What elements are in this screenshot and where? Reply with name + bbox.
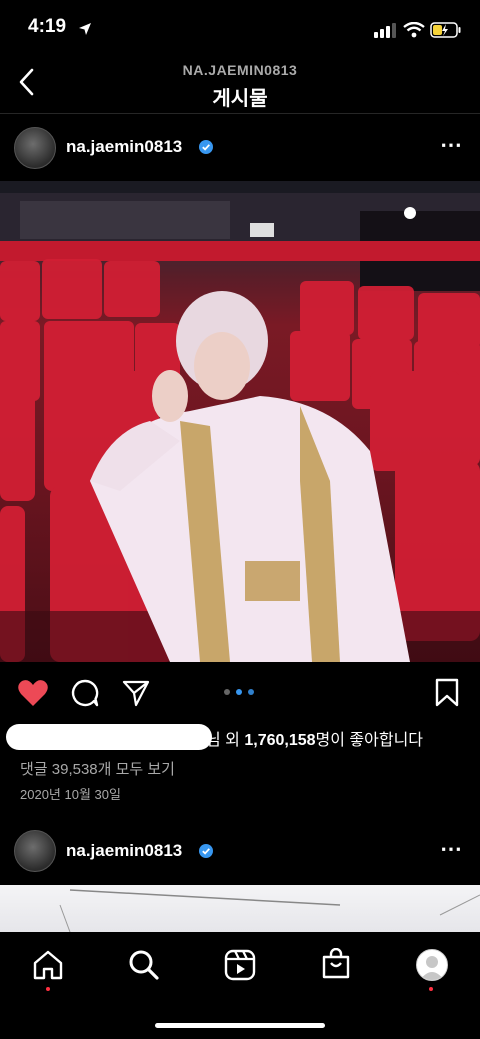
home-indicator	[155, 1023, 325, 1028]
profile-avatar-tab[interactable]	[416, 949, 448, 981]
share-send-icon[interactable]	[121, 678, 151, 708]
wifi-icon	[403, 22, 425, 38]
likes-count: 1,760,158	[244, 732, 316, 749]
photo-illustration	[0, 181, 480, 662]
home-notification-dot	[46, 987, 50, 991]
next-photo-lines	[59, 889, 480, 933]
post-avatar[interactable]	[14, 127, 56, 169]
redaction-mark	[6, 724, 212, 750]
next-post-photo[interactable]	[0, 885, 480, 933]
status-time: 4:19	[28, 16, 67, 37]
carousel-dot	[248, 689, 254, 695]
page-title: 게시물	[212, 88, 268, 110]
carousel-dot-active	[236, 689, 242, 695]
shop-icon[interactable]	[321, 948, 351, 980]
post-date: 2020년 10월 30일	[20, 787, 121, 802]
carousel-dot	[224, 689, 230, 695]
likes-summary[interactable]: 님 외 1,760,158명이 좋아합니다	[206, 726, 423, 750]
verified-badge-icon	[199, 140, 213, 154]
profile-person-icon	[420, 956, 444, 980]
post-more-options-icon[interactable]: ⋯	[440, 132, 463, 158]
home-icon[interactable]	[32, 950, 64, 980]
likes-suffix: 명이 좋아합니다	[315, 732, 424, 749]
post-photo[interactable]	[0, 181, 480, 662]
reels-icon[interactable]	[224, 949, 256, 981]
header-divider	[0, 113, 480, 114]
comment-icon[interactable]	[70, 678, 100, 708]
next-post-username[interactable]: na.jaemin0813	[66, 841, 182, 861]
like-heart-icon[interactable]	[17, 678, 49, 708]
next-post-more-options-icon[interactable]: ⋯	[440, 836, 463, 862]
location-arrow-icon	[79, 23, 91, 35]
cellular-signal-icon	[374, 23, 396, 38]
save-bookmark-icon[interactable]	[434, 678, 460, 708]
battery-icon	[430, 22, 461, 38]
header-account-name: NA.JAEMIN0813	[182, 62, 298, 78]
next-post-avatar[interactable]	[14, 830, 56, 872]
view-all-comments-link[interactable]: 댓글 39,538개 모두 보기	[20, 758, 175, 779]
profile-notification-dot	[429, 987, 433, 991]
likes-prefix: 님 외	[206, 732, 245, 749]
search-icon[interactable]	[128, 949, 160, 981]
post-username[interactable]: na.jaemin0813	[66, 137, 182, 157]
verified-badge-icon	[199, 844, 213, 858]
